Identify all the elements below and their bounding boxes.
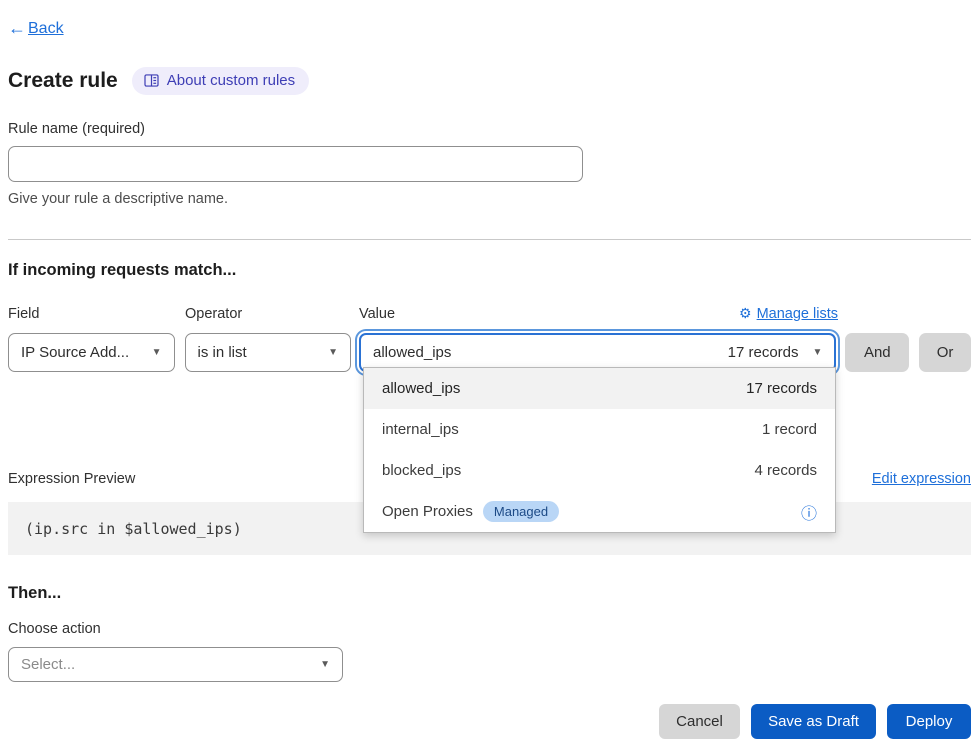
chevron-down-icon: ▼ bbox=[152, 347, 162, 358]
title-row: Create rule About custom rules bbox=[8, 67, 971, 95]
back-link-label: Back bbox=[28, 20, 64, 38]
about-badge-label: About custom rules bbox=[167, 72, 295, 89]
manage-lists-link[interactable]: ⚙ Manage lists bbox=[739, 305, 838, 322]
gear-icon: ⚙ bbox=[739, 305, 752, 322]
operator-select[interactable]: is in list ▼ bbox=[185, 333, 352, 372]
value-dropdown-panel: allowed_ips 17 records internal_ips 1 re… bbox=[363, 367, 836, 533]
expression-preview-label: Expression Preview bbox=[8, 471, 135, 487]
left-arrow-icon: ← bbox=[8, 18, 26, 39]
action-select[interactable]: Select... ▼ bbox=[8, 647, 343, 682]
list-item-records: 1 record bbox=[762, 421, 817, 438]
cancel-button[interactable]: Cancel bbox=[659, 704, 740, 739]
and-button[interactable]: And bbox=[845, 333, 909, 372]
about-custom-rules-link[interactable]: About custom rules bbox=[132, 67, 309, 95]
manage-lists-label: Manage lists bbox=[757, 306, 838, 322]
value-label: Value bbox=[359, 306, 395, 322]
list-item-internal-ips[interactable]: internal_ips 1 record bbox=[364, 409, 835, 450]
field-label: Field bbox=[8, 306, 185, 322]
rule-name-label: Rule name (required) bbox=[8, 121, 971, 137]
chevron-down-icon: ▼ bbox=[813, 347, 823, 358]
section-divider bbox=[8, 239, 971, 240]
expression-code: (ip.src in $allowed_ips) bbox=[25, 520, 242, 538]
chevron-down-icon: ▼ bbox=[320, 659, 330, 670]
field-select-value: IP Source Add... bbox=[21, 344, 129, 361]
save-as-draft-button[interactable]: Save as Draft bbox=[751, 704, 876, 739]
list-item-name: allowed_ips bbox=[382, 380, 460, 397]
value-select-value: allowed_ips bbox=[373, 344, 451, 361]
list-item-name: internal_ips bbox=[382, 421, 459, 438]
operator-select-value: is in list bbox=[198, 344, 247, 361]
managed-badge: Managed bbox=[483, 501, 559, 522]
choose-action-label: Choose action bbox=[8, 621, 971, 637]
list-item-records: 4 records bbox=[754, 462, 817, 479]
list-item-allowed-ips[interactable]: allowed_ips 17 records bbox=[364, 368, 835, 409]
edit-expression-link[interactable]: Edit expression bbox=[872, 471, 971, 487]
back-row: ←Back bbox=[8, 0, 971, 39]
deploy-button[interactable]: Deploy bbox=[887, 704, 971, 739]
match-section-title: If incoming requests match... bbox=[8, 261, 971, 280]
page-title: Create rule bbox=[8, 69, 118, 93]
footer-actions: Cancel Save as Draft Deploy bbox=[8, 704, 971, 739]
list-item-open-proxies[interactable]: Open Proxies Managed ⓘ bbox=[364, 491, 835, 532]
value-records-count: 17 records bbox=[728, 344, 799, 361]
list-item-name: blocked_ips bbox=[382, 462, 461, 479]
condition-labels-row: Field Operator Value ⚙ Manage lists bbox=[8, 305, 971, 322]
field-select[interactable]: IP Source Add... ▼ bbox=[8, 333, 175, 372]
book-icon bbox=[144, 74, 159, 87]
list-item-records: 17 records bbox=[746, 380, 817, 397]
operator-label: Operator bbox=[185, 306, 359, 322]
list-item-name: Open Proxies bbox=[382, 503, 473, 520]
info-icon[interactable]: ⓘ bbox=[801, 500, 817, 524]
then-section-title: Then... bbox=[8, 584, 971, 603]
rule-name-helper: Give your rule a descriptive name. bbox=[8, 191, 971, 207]
or-button[interactable]: Or bbox=[919, 333, 971, 372]
list-item-blocked-ips[interactable]: blocked_ips 4 records bbox=[364, 450, 835, 491]
rule-name-input[interactable] bbox=[8, 146, 583, 182]
back-link[interactable]: ←Back bbox=[8, 18, 64, 39]
chevron-down-icon: ▼ bbox=[328, 347, 338, 358]
action-select-placeholder: Select... bbox=[21, 656, 75, 673]
